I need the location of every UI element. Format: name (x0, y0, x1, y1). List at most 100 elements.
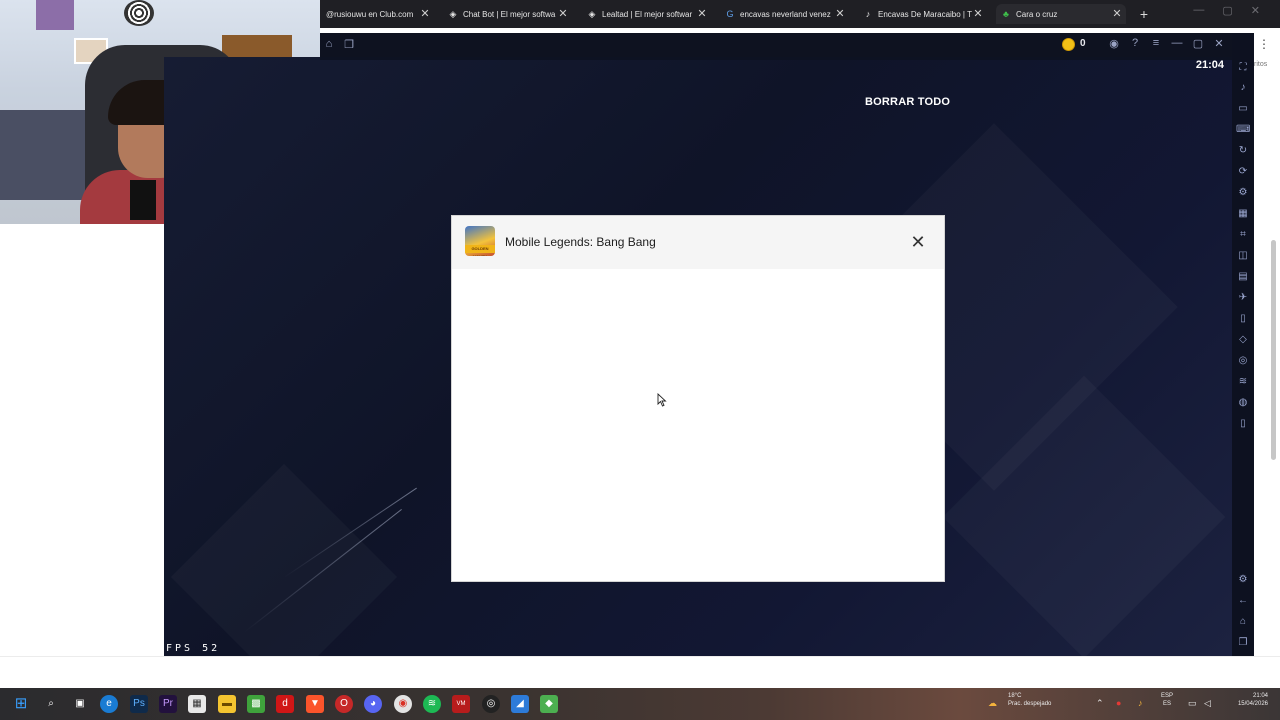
background-shard (171, 464, 397, 656)
discord-icon[interactable]: ◕ (364, 695, 382, 713)
bluestacks-icon[interactable]: ◆ (540, 695, 558, 713)
fps-value: 52 (202, 643, 221, 654)
microphone (130, 180, 156, 220)
taskbar-time: 21:04 (1252, 693, 1268, 699)
windows-start-icon[interactable]: ⊞ (12, 695, 30, 713)
page-bottom-gap (0, 656, 1280, 688)
layers-icon[interactable]: ≋ (1236, 375, 1250, 389)
minimize-icon[interactable]: — (1193, 4, 1204, 17)
window-controls: — ▢ ✕ (1193, 4, 1260, 17)
browser-tab[interactable]: G encavas neverland venez ✕ (725, 4, 849, 24)
media-icon[interactable]: ▤ (1236, 270, 1250, 284)
multi-instance-icon[interactable]: ❐ (342, 38, 356, 52)
minimize-icon[interactable]: — (1170, 37, 1184, 50)
sidebar-panel-icon[interactable]: ▯ (1236, 417, 1250, 431)
keyboard-layout: ES (1163, 701, 1172, 707)
browser-page-edge (1254, 33, 1280, 656)
keyboard-icon[interactable]: ⌨ (1236, 123, 1250, 137)
coin-icon (1062, 38, 1075, 51)
browser-tab[interactable]: ◈ Lealtad | El mejor softwar ✕ (587, 4, 711, 24)
emulator-clock: 21:04 (1195, 59, 1224, 71)
tiktok-favicon-icon: ♪ (865, 9, 871, 19)
close-window-icon[interactable]: ✕ (1251, 4, 1260, 17)
browser-tab[interactable]: ◈ Chat Bot | El mejor softwa ✕ (448, 4, 572, 24)
weather-icon[interactable]: ☁ (988, 698, 997, 709)
clear-all-button[interactable]: BORRAR TODO (865, 96, 950, 108)
browser-tab[interactable]: ♪ Encavas De Maracaibo | T ✕ (863, 4, 987, 24)
close-tab-icon[interactable]: ✕ (418, 6, 432, 22)
record-icon[interactable]: ◫ (1236, 249, 1250, 263)
task-view-icon[interactable]: ▣ (71, 695, 89, 713)
microphone-tray-icon[interactable]: ♪ (1138, 698, 1143, 708)
files-icon[interactable]: ▯ (1236, 312, 1250, 326)
close-tab-icon[interactable]: ✕ (1110, 6, 1124, 22)
icon-ribbon: GOLDEN MONTH (465, 245, 495, 256)
recent-apps-icon[interactable]: ❐ (1236, 636, 1250, 650)
tray-app-icon[interactable]: ● (1116, 698, 1121, 708)
network-icon[interactable]: ▭ (1188, 698, 1197, 709)
macro-icon[interactable]: ⚙ (1236, 186, 1250, 200)
weather-description: Prac. despejado (1008, 701, 1052, 707)
file-explorer-icon[interactable]: ▬ (218, 695, 236, 713)
location-icon[interactable]: ◎ (1236, 354, 1250, 368)
sync-icon[interactable]: ⟳ (1236, 165, 1250, 179)
mouse-cursor-icon (657, 393, 667, 407)
chrome-icon[interactable]: ◉ (394, 695, 412, 713)
d-app-icon[interactable]: d (276, 695, 294, 713)
opera-icon[interactable]: O (335, 695, 353, 713)
weather-widget[interactable]: 18°C Prac. despejado (1008, 692, 1051, 708)
volume-icon[interactable]: ♪ (1236, 81, 1250, 95)
menu-icon[interactable]: ≡ (1149, 37, 1163, 50)
edge-browser-icon[interactable]: e (100, 695, 118, 713)
screen-icon[interactable]: ▭ (1236, 102, 1250, 116)
tray-expand-icon[interactable]: ⌃ (1096, 698, 1104, 709)
search-icon[interactable]: ⌕ (42, 695, 60, 713)
language-indicator[interactable]: ESP ES (1161, 692, 1173, 708)
close-tab-icon[interactable]: ✕ (695, 6, 709, 22)
close-icon[interactable]: ✕ (1212, 37, 1226, 50)
apk-icon[interactable]: ▦ (1236, 207, 1250, 221)
browser-tab[interactable]: @rusiouwu en Club.com ✕ (326, 4, 434, 24)
close-tab-icon[interactable]: ✕ (833, 6, 847, 22)
rotate-icon[interactable]: ↻ (1236, 144, 1250, 158)
close-tab-icon[interactable]: ✕ (556, 6, 570, 22)
kebab-menu-icon[interactable]: ⋮ (1258, 37, 1270, 51)
minecraft-icon[interactable]: ▩ (247, 695, 265, 713)
airplane-icon[interactable]: ✈ (1236, 291, 1250, 305)
brave-icon[interactable]: ▼ (306, 695, 324, 713)
emulator-sidebar: ⛶ ♪ ▭ ⌨ ↻ ⟳ ⚙ ▦ ⌗ ◫ ▤ ✈ ▯ ◇ ◎ ≋ ◍ ▯ ⚙ ← … (1232, 33, 1254, 656)
page-background-left (0, 224, 164, 656)
help-icon[interactable]: ? (1128, 37, 1142, 50)
fullscreen-icon[interactable]: ⛶ (1236, 61, 1250, 75)
dialog-title: Mobile Legends: Bang Bang (505, 235, 656, 249)
screen: @rusiouwu en Club.com ✕ ◈ Chat Bot | El … (0, 0, 1280, 720)
volume-tray-icon[interactable]: ◁ (1204, 698, 1211, 709)
close-dialog-icon[interactable]: ✕ (908, 232, 928, 252)
settings-icon[interactable]: ⚙ (1236, 573, 1250, 587)
close-tab-icon[interactable]: ✕ (971, 6, 985, 22)
account-icon[interactable]: ◉ (1107, 37, 1121, 50)
screenshot-icon[interactable]: ⌗ (1236, 228, 1250, 242)
eco-icon[interactable]: ◍ (1236, 396, 1250, 410)
android-home-icon[interactable]: ⌂ (1236, 615, 1250, 629)
premiere-icon[interactable]: Pr (159, 695, 177, 713)
voicemod-icon[interactable]: VM (452, 695, 470, 713)
erase-icon[interactable]: ◇ (1236, 333, 1250, 347)
bot-favicon-icon: ◈ (449, 8, 457, 19)
obs-icon[interactable]: ◎ (482, 695, 500, 713)
dialog-header: GOLDEN MONTH Mobile Legends: Bang Bang ✕ (452, 216, 944, 269)
store-icon[interactable]: ▦ (188, 695, 206, 713)
maximize-icon[interactable]: ▢ (1191, 37, 1205, 50)
photoshop-icon[interactable]: Ps (130, 695, 148, 713)
google-favicon-icon: G (726, 9, 734, 19)
shortcut-app-icon[interactable]: ◢ (511, 695, 529, 713)
back-icon[interactable]: ← (1236, 594, 1250, 608)
browser-tab-active[interactable]: ♣ Cara o cruz ✕ (996, 4, 1126, 24)
home-icon[interactable]: ⌂ (322, 38, 336, 52)
taskbar-clock[interactable]: 21:04 15/04/2026 (1224, 692, 1268, 708)
new-tab-button[interactable]: + (1136, 4, 1152, 24)
spotify-icon[interactable]: ≋ (423, 695, 441, 713)
language-code: ESP (1161, 693, 1174, 699)
maximize-icon[interactable]: ▢ (1222, 4, 1232, 17)
page-scrollbar[interactable] (1271, 240, 1276, 460)
